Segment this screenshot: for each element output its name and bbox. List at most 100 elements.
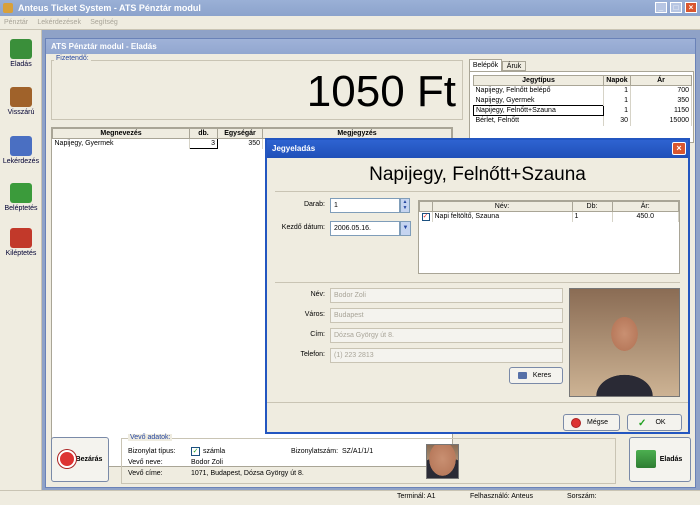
addon-price: 450.0 xyxy=(612,211,679,222)
close-button[interactable]: × xyxy=(685,2,697,13)
app-title: Anteus Ticket System - ATS Pénztár modul xyxy=(18,3,201,13)
ticket-row-selected[interactable]: Napijegy, Felnőtt+Szauna 1 1150 xyxy=(473,105,692,116)
cancel-label: Mégse xyxy=(586,419,608,426)
search-button[interactable]: Keres xyxy=(509,367,563,384)
ticket-row[interactable]: Napijegy, Felnőtt belépő 1 700 xyxy=(473,85,692,96)
ticket-type: Bérlet, Felnőtt xyxy=(473,115,604,126)
receipt-type-label: Bizonylat típus: xyxy=(128,448,176,455)
ticket-price: 1150 xyxy=(630,105,692,116)
address-field[interactable]: Dózsa György út 8. xyxy=(330,328,563,343)
receipt-no-label: Bizonylatszám: xyxy=(291,448,339,455)
divider xyxy=(275,282,680,283)
col-jegytipus[interactable]: Jegytípus xyxy=(473,75,604,86)
menu-bar: Pénztár Lekérdezések Segítség xyxy=(0,16,700,30)
ticket-type: Napijegy, Felnőtt+Szauna xyxy=(473,105,604,116)
maximize-button[interactable]: □ xyxy=(670,2,682,13)
phone-field[interactable]: (1) 223 2813 xyxy=(330,348,563,363)
city-label: Város: xyxy=(304,311,325,318)
addon-col-qty[interactable]: Db: xyxy=(571,201,613,212)
col-db[interactable]: db. xyxy=(189,128,218,139)
qty-label: Darab: xyxy=(303,201,325,208)
col-ar[interactable]: Ár xyxy=(630,75,692,86)
addon-col-name[interactable]: Név: xyxy=(431,201,573,212)
ticket-type: Napijegy, Gyermek xyxy=(473,95,604,106)
payable-label: Fizetendő: xyxy=(54,55,91,62)
item-qty[interactable]: 3 xyxy=(189,138,218,149)
ticket-list[interactable]: Jegytípus Napok Ár Napijegy, Felnőtt bel… xyxy=(469,71,694,143)
name-field[interactable]: Bodor Zoli xyxy=(330,288,563,303)
no-entry-icon xyxy=(571,418,581,428)
no-entry-icon xyxy=(58,450,76,468)
ticket-tab-panel: Belépők Áruk Jegytípus Napok Ár Napijegy… xyxy=(469,59,694,143)
dialog-close-icon[interactable]: × xyxy=(672,142,686,155)
chevron-down-icon[interactable]: ▼ xyxy=(400,221,411,236)
ticket-days: 30 xyxy=(603,115,631,126)
status-serial: Sorszám: xyxy=(567,493,597,500)
minimize-button[interactable]: _ xyxy=(655,2,667,13)
buyer-name-label: Vevő neve: xyxy=(128,459,163,466)
nav-label: Kiléptetés xyxy=(5,250,37,257)
nav-label: Eladás xyxy=(10,61,32,68)
tab-aruk[interactable]: Áruk xyxy=(502,61,526,71)
ticket-days: 1 xyxy=(603,105,631,116)
payable-amount: 1050 Ft xyxy=(306,67,456,116)
menu-lekerdezesek[interactable]: Lekérdezések xyxy=(33,16,84,30)
app-titlebar: Anteus Ticket System - ATS Pénztár modul… xyxy=(0,0,700,16)
item-unit-price: 350 xyxy=(217,138,263,149)
receipt-no: SZ/A1/1/1 xyxy=(342,448,374,455)
ticket-days: 1 xyxy=(603,85,631,96)
tab-belepok[interactable]: Belépők xyxy=(469,59,502,71)
ok-button[interactable]: ✓ OK xyxy=(627,414,682,431)
nav-lekerdezes[interactable]: Lekérdezés xyxy=(0,136,42,165)
dialog-heading: Napijegy, Felnőtt+Szauna xyxy=(369,164,586,185)
ticket-row[interactable]: Bérlet, Felnőtt 30 15000 xyxy=(473,115,692,126)
cancel-button[interactable]: Mégse xyxy=(563,414,620,431)
ticket-sale-dialog: Jegyeladás × Napijegy, Felnőtt+Szauna Da… xyxy=(265,138,690,434)
return-icon xyxy=(10,87,32,107)
addon-qty: 1 xyxy=(572,211,613,222)
qty-input[interactable]: 1 xyxy=(330,198,400,213)
status-bar: Terminál: A1 Felhasználó: Anteus Sorszám… xyxy=(0,490,700,505)
qty-spinner[interactable]: ▲ ▼ xyxy=(400,198,410,213)
col-egysegar[interactable]: Egységár xyxy=(217,128,263,139)
nav-label: Visszárú xyxy=(7,109,35,116)
menu-penztar[interactable]: Pénztár xyxy=(0,16,31,30)
addon-name: Napi feltöltő, Szauna xyxy=(432,211,573,222)
nav-visszaru[interactable]: Visszárú xyxy=(0,87,42,116)
search-label: Keres xyxy=(532,372,552,379)
col-napok[interactable]: Napok xyxy=(603,75,631,86)
nav-beleptetes[interactable]: Beléptetés xyxy=(0,183,42,212)
buyer-name: Bodor Zoli xyxy=(191,459,223,466)
col-megjegyzes[interactable]: Megjegyzés xyxy=(262,128,452,139)
addon-list[interactable]: Név: Db: Ár: ✓ Napi feltöltő, Szauna 1 4… xyxy=(418,200,680,274)
ticket-price: 700 xyxy=(630,85,692,96)
invoice-checkbox[interactable]: ✓ xyxy=(191,447,200,456)
sale-window-title: ATS Pénztár modul - Eladás xyxy=(46,39,695,54)
addon-col-price[interactable]: Ár: xyxy=(611,201,679,212)
city-field[interactable]: Budapest xyxy=(330,308,563,323)
menu-segitseg[interactable]: Segítség xyxy=(86,16,121,30)
buyer-group-label: Vevő adatok: xyxy=(128,434,173,441)
status-terminal: Terminál: A1 xyxy=(397,493,436,500)
divider xyxy=(267,402,688,403)
left-toolbar: Eladás Visszárú Lekérdezés Beléptetés Ki… xyxy=(0,30,42,505)
col-megnevezes[interactable]: Megnevezés xyxy=(52,128,190,139)
close-sale-button[interactable]: Bezárás xyxy=(51,437,109,482)
ticket-row[interactable]: Napijegy, Gyermek 1 350 xyxy=(473,95,692,106)
sell-button[interactable]: Eladás xyxy=(629,437,691,482)
nav-kileptetes[interactable]: Kiléptetés xyxy=(0,228,42,257)
addon-row[interactable]: ✓ Napi feltöltő, Szauna 1 450.0 xyxy=(419,211,679,222)
start-date-input[interactable]: 2006.05.16. xyxy=(330,221,400,236)
nav-label: Beléptetés xyxy=(4,205,38,212)
status-user: Felhasználó: Anteus xyxy=(470,493,534,500)
check-icon: ✓ xyxy=(638,418,647,429)
ticket-price: 350 xyxy=(630,95,692,106)
cash-register-icon xyxy=(636,450,656,468)
app-icon xyxy=(3,3,13,13)
ok-label: OK xyxy=(655,419,666,426)
address-label: Cím: xyxy=(310,331,325,338)
item-name: Napijegy, Gyermek xyxy=(52,138,190,149)
addon-checkbox[interactable]: ✓ xyxy=(421,212,430,221)
nav-eladas[interactable]: Eladás xyxy=(0,39,42,68)
customer-photo xyxy=(569,288,680,397)
